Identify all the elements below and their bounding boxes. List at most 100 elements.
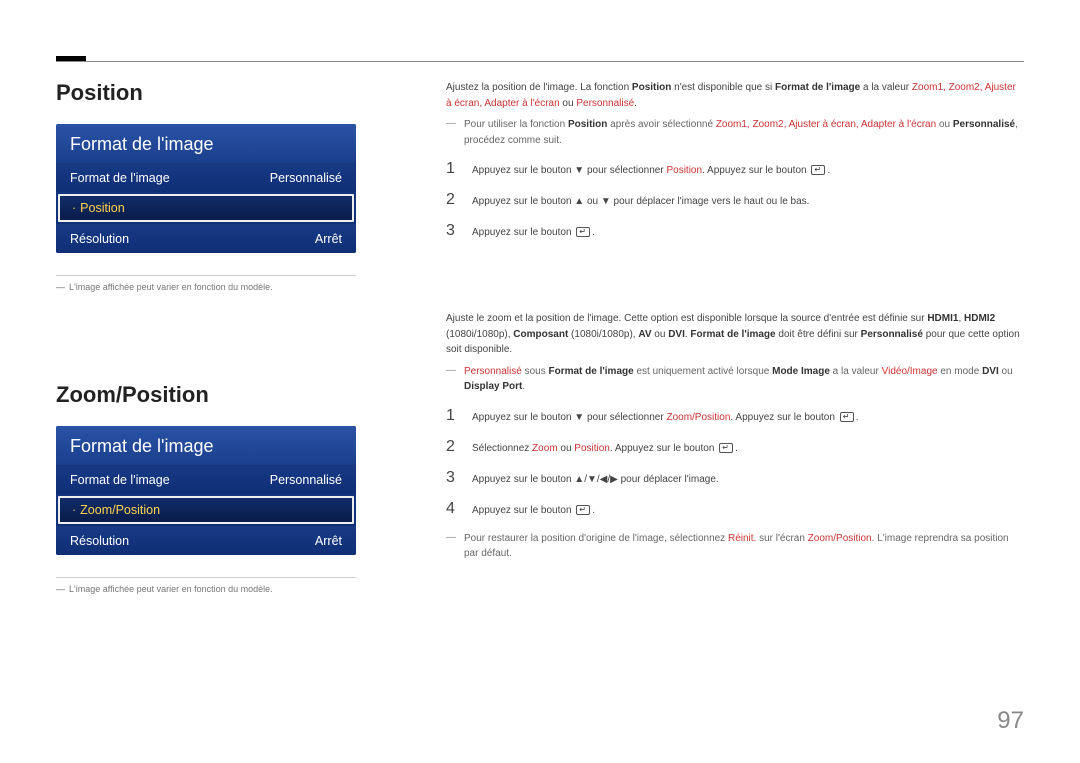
menu2-row-format[interactable]: Format de l'image Personnalisé: [56, 465, 356, 494]
t: ou: [652, 329, 669, 340]
s1-tip: Pour utiliser la fonction Position après…: [446, 117, 1024, 148]
step-number: 2: [446, 191, 458, 209]
t: Vidéo/Image: [882, 366, 938, 377]
t: a la valeur: [830, 366, 882, 377]
t: DVI: [668, 329, 685, 340]
left-column: Position Format de l'image Format de l'i…: [56, 80, 356, 594]
menu2-row-resolution[interactable]: Résolution Arrêt: [56, 526, 356, 555]
step-text: Appuyez sur le bouton ▼ pour sélectionne…: [472, 410, 1024, 426]
note1-text: L'image affichée peut varier en fonction…: [69, 282, 273, 292]
menu1-row0-value: Personnalisé: [270, 171, 342, 185]
menu1-row-format[interactable]: Format de l'image Personnalisé: [56, 163, 356, 192]
t: Personnalisé: [953, 119, 1015, 130]
t: . Appuyez sur le bouton: [730, 412, 837, 423]
t: Réinit.: [728, 533, 756, 544]
t: .: [592, 505, 595, 516]
step-number: 4: [446, 500, 458, 518]
t: HDMI2: [964, 313, 995, 324]
t: doit être défini sur: [776, 329, 861, 340]
bullet-icon: ·: [72, 201, 76, 215]
s2-tip1: Personnalisé sous Format de l'image est …: [446, 364, 1024, 395]
t: HDMI1: [927, 313, 958, 324]
step-number: 2: [446, 438, 458, 456]
t: Position: [666, 165, 702, 176]
menu2-header: Format de l'image: [56, 426, 356, 465]
step-text: Appuyez sur le bouton ▼ pour sélectionne…: [472, 163, 1024, 179]
t: Pour utiliser la fonction: [464, 119, 568, 130]
note2: ―L'image affichée peut varier en fonctio…: [56, 577, 356, 594]
t: Format de l'image: [775, 82, 860, 93]
t: .: [735, 443, 738, 454]
step-text: Appuyez sur le bouton ▲/▼/◀/▶ pour dépla…: [472, 472, 1024, 488]
t: Format de l'image: [690, 329, 775, 340]
t: Sélectionnez: [472, 443, 532, 454]
menu-box-1: Format de l'image Format de l'image Pers…: [56, 124, 356, 253]
step-text: Sélectionnez Zoom ou Position. Appuyez s…: [472, 441, 1024, 457]
menu1-row1-label: Position: [80, 201, 124, 215]
menu2-row1-label: Zoom/Position: [80, 503, 160, 517]
t: Position: [574, 443, 610, 454]
t: .: [827, 165, 830, 176]
enter-icon: [840, 412, 854, 422]
enter-icon: [576, 505, 590, 515]
t: Personnalisé: [464, 366, 522, 377]
t: Personnalisé: [576, 98, 634, 109]
t: DVI: [982, 366, 999, 377]
t: Position: [632, 82, 671, 93]
t: ou: [558, 443, 575, 454]
t: Appuyez sur le bouton: [472, 227, 574, 238]
t: (1080i/1080p),: [446, 329, 513, 340]
menu1-row0-label: Format de l'image: [70, 171, 170, 185]
section2-body: Ajuste le zoom et la position de l'image…: [446, 311, 1024, 562]
note2-text: L'image affichée peut varier en fonction…: [69, 584, 273, 594]
s1-intro: Ajustez la position de l'image. La fonct…: [446, 80, 1024, 111]
step-number: 3: [446, 222, 458, 240]
s2-step4: 4 Appuyez sur le bouton .: [446, 500, 1024, 519]
step-text: Appuyez sur le bouton .: [472, 503, 1024, 519]
menu2-row2-label: Résolution: [70, 534, 129, 548]
note1: ―L'image affichée peut varier en fonctio…: [56, 275, 356, 292]
t: en mode: [938, 366, 982, 377]
menu-box-2: Format de l'image Format de l'image Pers…: [56, 426, 356, 555]
menu2-row-zoomposition[interactable]: · Zoom/Position: [58, 496, 354, 524]
t: (1080i/1080p),: [568, 329, 638, 340]
bullet-icon: ·: [72, 503, 76, 517]
t: sur l'écran: [756, 533, 807, 544]
t: Appuyez sur le bouton ▼ pour sélectionne…: [472, 165, 666, 176]
t: Format de l'image: [549, 366, 634, 377]
t: . Appuyez sur le bouton: [610, 443, 717, 454]
menu2-row0-label: Format de l'image: [70, 473, 170, 487]
t: Ajustez la position de l'image. La fonct…: [446, 82, 632, 93]
menu1-row-resolution[interactable]: Résolution Arrêt: [56, 224, 356, 253]
header-rule: [56, 61, 1024, 62]
section1-title: Position: [56, 80, 356, 106]
s2-step1: 1 Appuyez sur le bouton ▼ pour sélection…: [446, 407, 1024, 426]
s1-step1: 1 Appuyez sur le bouton ▼ pour sélection…: [446, 160, 1024, 179]
section1-body: Ajustez la position de l'image. La fonct…: [446, 80, 1024, 241]
t: Display Port: [464, 381, 522, 392]
t: Zoom1, Zoom2, Ajuster à écran, Adapter à…: [716, 119, 936, 130]
t: Zoom/Position: [666, 412, 730, 423]
t: est uniquement activé lorsque: [634, 366, 772, 377]
s2-step2: 2 Sélectionnez Zoom ou Position. Appuyez…: [446, 438, 1024, 457]
menu1-row-position[interactable]: · Position: [58, 194, 354, 222]
t: Zoom/Position: [808, 533, 872, 544]
s2-step3: 3 Appuyez sur le bouton ▲/▼/◀/▶ pour dép…: [446, 469, 1024, 488]
page-content: Position Format de l'image Format de l'i…: [56, 80, 1024, 723]
section2-title: Zoom/Position: [56, 382, 356, 408]
t: Ajuste le zoom et la position de l'image…: [446, 313, 927, 324]
menu2-row2-value: Arrêt: [315, 534, 342, 548]
t: sous: [522, 366, 549, 377]
t: a la valeur: [860, 82, 912, 93]
step-text: Appuyez sur le bouton .: [472, 225, 1024, 241]
step-number: 1: [446, 407, 458, 425]
step-text: Appuyez sur le bouton ▲ ou ▼ pour déplac…: [472, 194, 1024, 210]
enter-icon: [719, 443, 733, 453]
t: Mode Image: [772, 366, 830, 377]
t: Pour restaurer la position d'origine de …: [464, 533, 728, 544]
s1-step2: 2 Appuyez sur le bouton ▲ ou ▼ pour dépl…: [446, 191, 1024, 210]
t: AV: [638, 329, 651, 340]
t: .: [592, 227, 595, 238]
menu1-row2-label: Résolution: [70, 232, 129, 246]
t: . Appuyez sur le bouton: [702, 165, 809, 176]
